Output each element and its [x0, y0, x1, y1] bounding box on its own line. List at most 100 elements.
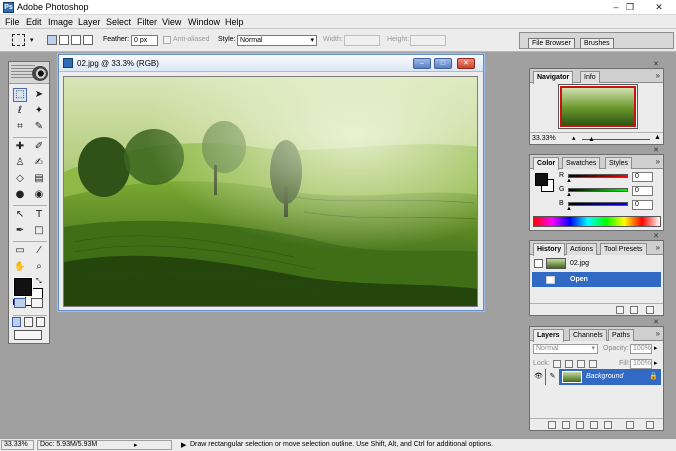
- layer-mask-icon[interactable]: [576, 421, 584, 429]
- layer-name[interactable]: Background: [586, 369, 623, 385]
- zoom-slider-thumb[interactable]: ▲: [588, 136, 595, 143]
- full-screen-icon[interactable]: [36, 317, 45, 327]
- lock-image-icon[interactable]: [565, 360, 573, 368]
- history-brush-icon[interactable]: ✍: [32, 156, 46, 170]
- tab-actions[interactable]: Actions: [566, 243, 597, 255]
- color-foreground-swatch[interactable]: [535, 173, 548, 186]
- color-ramp[interactable]: [533, 216, 661, 227]
- panel-menu-icon[interactable]: »: [656, 243, 660, 253]
- foreground-color-swatch[interactable]: [14, 278, 32, 296]
- trash-icon[interactable]: [646, 421, 654, 429]
- toolbox-header[interactable]: [9, 62, 49, 84]
- brush-icon[interactable]: ✐: [32, 140, 46, 154]
- tab-color[interactable]: Color: [533, 157, 560, 170]
- move-icon[interactable]: ➤: [32, 88, 46, 102]
- tab-file-browser[interactable]: File Browser: [528, 38, 575, 48]
- trash-icon[interactable]: [646, 306, 654, 314]
- feather-input[interactable]: 0 px: [131, 35, 158, 46]
- tab-brushes[interactable]: Brushes: [580, 38, 614, 48]
- dodge-icon[interactable]: ◉: [32, 188, 46, 202]
- history-brush-source-icon[interactable]: [534, 259, 543, 268]
- slider-thumb-icon[interactable]: ▲: [566, 192, 572, 198]
- width-input[interactable]: [344, 35, 380, 46]
- blend-mode-select[interactable]: Normal ▾: [533, 344, 598, 354]
- blur-icon[interactable]: ●: [13, 188, 27, 202]
- layer-style-icon[interactable]: [562, 421, 570, 429]
- tab-paths[interactable]: Paths: [608, 329, 634, 341]
- new-snapshot-icon[interactable]: [630, 306, 638, 314]
- menu-layer[interactable]: Layer: [78, 17, 101, 27]
- quick-mask-icon[interactable]: [31, 298, 43, 308]
- panel-menu-icon[interactable]: »: [656, 71, 660, 81]
- channel-r-slider[interactable]: [568, 174, 628, 178]
- zoom-icon[interactable]: ⌕: [32, 260, 46, 274]
- panel-close-icon[interactable]: ✕: [653, 232, 659, 240]
- opacity-input[interactable]: 100%: [630, 344, 652, 354]
- channel-g-slider[interactable]: [568, 188, 628, 192]
- image-canvas[interactable]: [63, 76, 478, 307]
- navigator-preview[interactable]: [558, 84, 638, 129]
- magic-wand-icon[interactable]: ✦: [32, 104, 46, 118]
- menu-filter[interactable]: Filter: [137, 17, 157, 27]
- history-state-row[interactable]: Open: [532, 272, 661, 287]
- panel-menu-icon[interactable]: »: [656, 157, 660, 167]
- notes-icon[interactable]: ▭: [13, 244, 27, 258]
- crop-icon[interactable]: ⌗: [13, 120, 27, 134]
- subtract-selection-icon[interactable]: [71, 35, 81, 45]
- layer-row-background[interactable]: 👁 ✎ Background 🔒: [532, 369, 661, 385]
- menu-window[interactable]: Window: [188, 17, 220, 27]
- lock-position-icon[interactable]: [577, 360, 585, 368]
- close-icon[interactable]: ✕: [648, 1, 670, 13]
- doc-minimize-icon[interactable]: –: [413, 58, 431, 69]
- menu-select[interactable]: Select: [106, 17, 131, 27]
- eyedropper-icon[interactable]: ⁄: [32, 244, 46, 258]
- clone-stamp-icon[interactable]: ♙: [13, 156, 27, 170]
- swap-colors-icon[interactable]: ⤡: [36, 278, 42, 286]
- full-screen-menu-icon[interactable]: [24, 317, 33, 327]
- new-selection-icon[interactable]: [47, 35, 57, 45]
- opacity-arrow-icon[interactable]: ▸: [654, 344, 658, 352]
- tab-styles[interactable]: Styles: [605, 157, 633, 169]
- panel-close-icon[interactable]: ✕: [653, 146, 659, 154]
- link-layers-icon[interactable]: [548, 421, 556, 429]
- restore-icon[interactable]: ❐: [619, 1, 641, 13]
- panel-close-icon[interactable]: ✕: [653, 318, 659, 326]
- intersect-selection-icon[interactable]: [83, 35, 93, 45]
- tab-tool-presets[interactable]: Tool Presets: [600, 243, 647, 255]
- doc-maximize-icon[interactable]: □: [434, 58, 452, 69]
- tab-swatches[interactable]: Swatches: [562, 157, 601, 169]
- chevron-down-icon[interactable]: ▾: [30, 36, 34, 44]
- slice-icon[interactable]: ✎: [32, 120, 46, 134]
- menu-help[interactable]: Help: [225, 17, 244, 27]
- tab-history[interactable]: History: [533, 243, 566, 256]
- tab-navigator[interactable]: Navigator: [533, 71, 574, 84]
- status-zoom[interactable]: 33.33%: [4, 441, 28, 448]
- new-group-icon[interactable]: [590, 421, 598, 429]
- fill-arrow-icon[interactable]: ▸: [654, 359, 658, 367]
- lasso-icon[interactable]: ℓ: [13, 104, 27, 118]
- slider-thumb-icon[interactable]: ▲: [566, 206, 572, 212]
- path-selection-icon[interactable]: ↖: [13, 208, 27, 222]
- channel-r-input[interactable]: 0: [632, 172, 653, 182]
- standard-mode-icon[interactable]: [14, 298, 26, 308]
- panel-menu-icon[interactable]: »: [656, 329, 660, 339]
- add-selection-icon[interactable]: [59, 35, 69, 45]
- style-select[interactable]: Normal ▾: [237, 35, 317, 46]
- menu-file[interactable]: File: [5, 17, 20, 27]
- rectangular-marquee-icon[interactable]: ⬚: [13, 88, 27, 102]
- eye-icon[interactable]: 👁: [532, 369, 545, 385]
- zoom-in-icon[interactable]: ▲: [654, 134, 661, 141]
- new-layer-icon[interactable]: [626, 421, 634, 429]
- fill-input[interactable]: 100%: [630, 359, 652, 369]
- marquee-preset-icon[interactable]: [12, 34, 25, 46]
- navigator-view-box[interactable]: [560, 86, 636, 127]
- menu-image[interactable]: Image: [48, 17, 73, 27]
- channel-b-slider[interactable]: [568, 202, 628, 206]
- height-input[interactable]: [410, 35, 446, 46]
- tab-info[interactable]: Info: [580, 71, 600, 83]
- new-document-icon[interactable]: [616, 306, 624, 314]
- shape-icon[interactable]: □: [32, 224, 46, 238]
- brush-icon[interactable]: ✎: [546, 369, 559, 385]
- healing-brush-icon[interactable]: ✚: [13, 140, 27, 154]
- menu-view[interactable]: View: [162, 17, 181, 27]
